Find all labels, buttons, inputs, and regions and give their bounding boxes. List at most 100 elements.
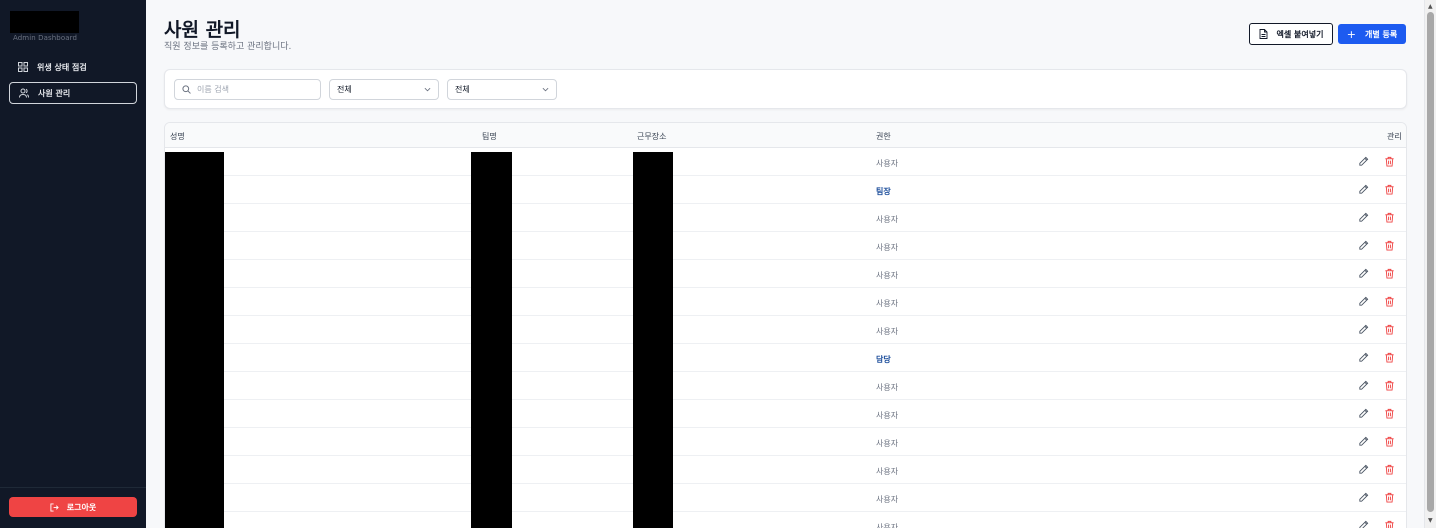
role-cell: 사용자 — [876, 159, 899, 168]
edit-icon[interactable] — [1358, 212, 1369, 223]
trash-icon[interactable] — [1384, 296, 1395, 307]
table-row: 사용자 — [165, 232, 1406, 260]
edit-icon[interactable] — [1358, 380, 1369, 391]
table-row: 사용자 — [165, 148, 1406, 176]
search-field[interactable] — [174, 79, 321, 100]
role-cell: 사용자 — [876, 523, 899, 528]
brand-logo-redacted — [10, 11, 79, 33]
trash-icon[interactable] — [1384, 520, 1395, 528]
sidebar-item-hygiene-check[interactable]: 위생 상태 점검 — [9, 56, 137, 78]
role-cell: 사용자 — [876, 467, 899, 476]
table-row: 담당 — [165, 344, 1406, 372]
table-row: 사용자 — [165, 400, 1406, 428]
trash-icon[interactable] — [1384, 408, 1395, 419]
redacted-name-column — [165, 152, 224, 528]
sidebar-item-label: 사원 관리 — [38, 88, 71, 98]
role-cell: 팀장 — [876, 187, 891, 196]
search-input[interactable] — [197, 85, 307, 94]
trash-icon[interactable] — [1384, 324, 1395, 335]
trash-icon[interactable] — [1384, 492, 1395, 503]
edit-icon[interactable] — [1358, 184, 1369, 195]
trash-icon[interactable] — [1384, 268, 1395, 279]
search-icon — [182, 85, 191, 94]
role-cell: 사용자 — [876, 495, 899, 504]
edit-icon[interactable] — [1358, 464, 1369, 475]
edit-icon[interactable] — [1358, 520, 1369, 528]
table-row: 사용자 — [165, 288, 1406, 316]
table-row: 사용자 — [165, 512, 1406, 528]
edit-icon[interactable] — [1358, 240, 1369, 251]
role-cell: 사용자 — [876, 327, 899, 336]
employee-table: 성명 팀명 근무장소 권한 관리 사용자 팀장 사용자 사용자 사용자 사용자 사용자 담당 사… — [164, 122, 1407, 528]
column-header-actions: 관리 — [1387, 132, 1402, 141]
table-row: 사용자 — [165, 456, 1406, 484]
chevron-down-icon — [542, 87, 549, 92]
role-cell: 사용자 — [876, 243, 899, 252]
column-header-name: 성명 — [170, 132, 185, 141]
edit-icon[interactable] — [1358, 352, 1369, 363]
table-row: 사용자 — [165, 204, 1406, 232]
role-cell: 담당 — [876, 355, 891, 364]
filter-bar: 전체 전체 — [164, 69, 1407, 109]
redacted-team-column — [471, 152, 512, 528]
add-employee-button[interactable]: + 개별 등록 — [1338, 24, 1406, 44]
grid-icon — [18, 62, 28, 72]
column-header-role: 권한 — [876, 132, 891, 141]
logout-button[interactable]: 로그아웃 — [9, 497, 137, 517]
scroll-down-arrow-icon[interactable]: ▼ — [1428, 517, 1433, 524]
plus-icon: + — [1346, 27, 1356, 41]
excel-button-label: 엑셀 붙여넣기 — [1276, 29, 1324, 39]
role-cell: 사용자 — [876, 439, 899, 448]
table-row: 팀장 — [165, 176, 1406, 204]
edit-icon[interactable] — [1358, 296, 1369, 307]
trash-icon[interactable] — [1384, 380, 1395, 391]
role-cell: 사용자 — [876, 411, 899, 420]
sidebar: Admin Dashboard 위생 상태 점검 사원 관리 로그아웃 — [0, 0, 146, 528]
edit-icon[interactable] — [1358, 436, 1369, 447]
column-header-workplace: 근무장소 — [637, 132, 667, 141]
role-cell: 사용자 — [876, 383, 899, 392]
table-row: 사용자 — [165, 260, 1406, 288]
team-select-value: 전체 — [337, 85, 352, 94]
trash-icon[interactable] — [1384, 212, 1395, 223]
table-row: 사용자 — [165, 372, 1406, 400]
sidebar-item-employee-management[interactable]: 사원 관리 — [9, 82, 137, 104]
role-cell: 사용자 — [876, 299, 899, 308]
team-select[interactable]: 전체 — [329, 79, 439, 100]
document-icon — [1259, 29, 1268, 39]
table-header: 성명 팀명 근무장소 권한 관리 — [165, 123, 1406, 148]
edit-icon[interactable] — [1358, 268, 1369, 279]
trash-icon[interactable] — [1384, 436, 1395, 447]
edit-icon[interactable] — [1358, 324, 1369, 335]
add-button-label: 개별 등록 — [1364, 29, 1398, 39]
column-header-team: 팀명 — [482, 132, 497, 141]
role-cell: 사용자 — [876, 215, 899, 224]
page-title: 사원 관리 — [164, 19, 241, 41]
page-description: 직원 정보를 등록하고 관리합니다. — [164, 42, 292, 52]
trash-icon[interactable] — [1384, 352, 1395, 363]
sidebar-divider — [0, 487, 146, 488]
edit-icon[interactable] — [1358, 156, 1369, 167]
trash-icon[interactable] — [1384, 156, 1395, 167]
table-row: 사용자 — [165, 316, 1406, 344]
chevron-down-icon — [424, 87, 431, 92]
scroll-up-arrow-icon[interactable]: ▲ — [1428, 3, 1433, 10]
trash-icon[interactable] — [1384, 240, 1395, 251]
scrollbar-thumb[interactable] — [1427, 12, 1434, 512]
edit-icon[interactable] — [1358, 492, 1369, 503]
logout-label: 로그아웃 — [66, 502, 97, 512]
table-row: 사용자 — [165, 428, 1406, 456]
table-row: 사용자 — [165, 484, 1406, 512]
trash-icon[interactable] — [1384, 464, 1395, 475]
role-select[interactable]: 전체 — [447, 79, 557, 100]
sidebar-item-label: 위생 상태 점검 — [37, 62, 87, 72]
trash-icon[interactable] — [1384, 184, 1395, 195]
role-cell: 사용자 — [876, 271, 899, 280]
redacted-workplace-column — [633, 152, 673, 528]
excel-paste-button[interactable]: 엑셀 붙여넣기 — [1249, 23, 1333, 45]
page-scrollbar[interactable]: ▲ ▼ — [1424, 0, 1436, 528]
edit-icon[interactable] — [1358, 408, 1369, 419]
users-icon — [19, 88, 29, 98]
role-select-value: 전체 — [455, 85, 470, 94]
brand-subtitle: Admin Dashboard — [13, 34, 78, 42]
